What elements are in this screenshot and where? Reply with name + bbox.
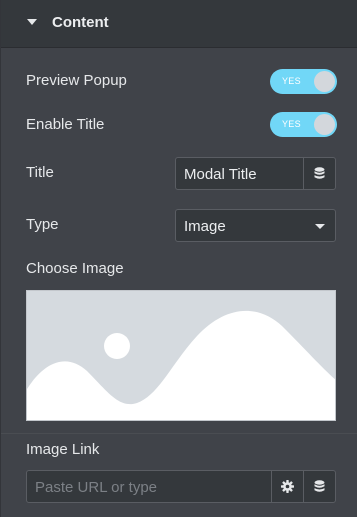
choose-image-label: Choose Image <box>26 260 124 277</box>
dynamic-tags-button[interactable] <box>303 158 335 189</box>
title-input[interactable]: Modal Title <box>184 166 257 183</box>
enable-title-label: Enable Title <box>26 116 105 133</box>
image-picker[interactable] <box>26 290 336 421</box>
link-options-button[interactable] <box>271 471 303 502</box>
type-selected-value: Image <box>184 218 226 235</box>
title-label: Title <box>26 164 54 181</box>
database-icon <box>314 480 325 492</box>
controls-panel: Content Preview Popup YES Enable Title Y… <box>0 0 357 517</box>
divider <box>1 433 357 434</box>
toggle-knob <box>314 71 335 92</box>
toggle-knob <box>314 114 335 135</box>
toggle-yes-text: YES <box>282 119 301 129</box>
dynamic-tags-button[interactable] <box>303 471 335 502</box>
type-select[interactable]: Image <box>175 209 336 242</box>
chevron-down-icon <box>315 224 325 229</box>
image-link-label: Image Link <box>26 441 100 458</box>
preview-popup-label: Preview Popup <box>26 72 127 89</box>
content-section-header[interactable]: Content <box>1 0 357 48</box>
title-input-group: Modal Title <box>175 157 336 190</box>
image-link-input[interactable]: Paste URL or type <box>35 479 157 496</box>
section-title: Content <box>52 14 109 31</box>
image-link-input-group: Paste URL or type <box>26 470 336 503</box>
caret-down-icon <box>27 19 37 25</box>
database-icon <box>314 167 325 179</box>
type-label: Type <box>26 216 59 233</box>
enable-title-toggle[interactable]: YES <box>270 112 337 137</box>
toggle-yes-text: YES <box>282 76 301 86</box>
image-placeholder-icon <box>27 310 335 420</box>
gear-icon <box>281 480 294 493</box>
preview-popup-toggle[interactable]: YES <box>270 69 337 94</box>
